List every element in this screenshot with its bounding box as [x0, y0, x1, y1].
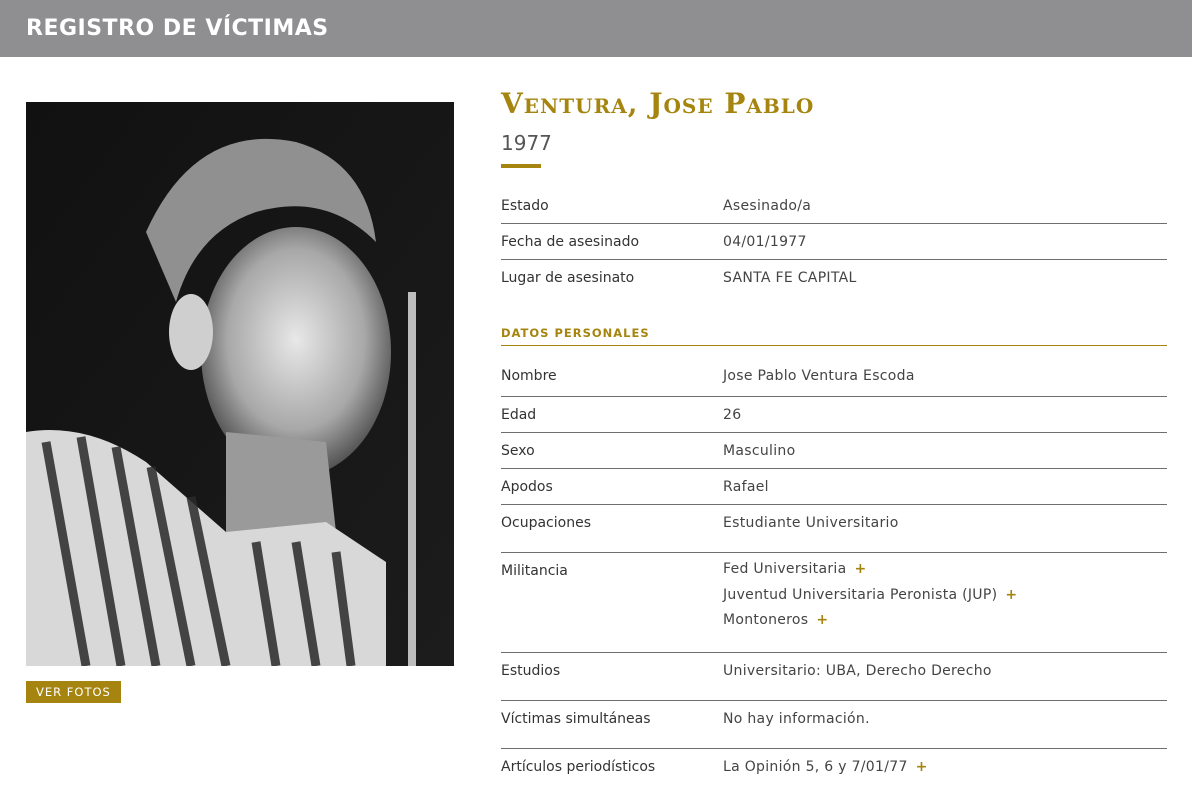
row-label: Lugar de asesinato: [501, 270, 635, 286]
row-value: Asesinado/a: [723, 198, 812, 214]
victim-photo[interactable]: [26, 102, 454, 666]
row-value: Estudiante Universitario: [723, 515, 899, 531]
row-value: 26: [723, 407, 742, 423]
row-label: Artículos periodísticos: [501, 759, 656, 775]
articulos-text: La Opinión 5, 6 y 7/01/77: [723, 759, 908, 775]
militancia-text: Fed Universitaria: [723, 561, 847, 577]
ver-fotos-button[interactable]: VER FOTOS: [26, 681, 121, 703]
row-label: Fecha de asesinado: [501, 234, 640, 250]
militancia-text: Montoneros: [723, 612, 809, 628]
site-title[interactable]: REGISTRO DE VÍCTIMAS: [26, 16, 329, 41]
row-lugar: Lugar de asesinato SANTA FE CAPITAL: [501, 260, 1167, 296]
personal-table: Nombre Jose Pablo Ventura Escoda Edad 26…: [501, 358, 1167, 789]
section-datos-personales: DATOS PERSONALES: [501, 326, 1167, 346]
row-label: Estudios: [501, 663, 561, 679]
row-value: Jose Pablo Ventura Escoda: [723, 368, 915, 384]
row-label: Víctimas simultáneas: [501, 711, 651, 727]
row-label: Ocupaciones: [501, 515, 591, 531]
row-articulos: Artículos periodísticos La Opinión 5, 6 …: [501, 749, 1167, 789]
plus-icon[interactable]: +: [854, 561, 866, 577]
row-sexo: Sexo Masculino: [501, 433, 1167, 469]
row-value: Masculino: [723, 443, 796, 459]
summary-table: Estado Asesinado/a Fecha de asesinado 04…: [501, 188, 1167, 296]
row-value: SANTA FE CAPITAL: [723, 270, 857, 286]
row-label: Militancia: [501, 563, 568, 579]
row-fecha: Fecha de asesinado 04/01/1977: [501, 224, 1167, 260]
row-estudios: Estudios Universitario: UBA, Derecho Der…: [501, 653, 1167, 701]
row-apodos: Apodos Rafael: [501, 469, 1167, 505]
row-value: No hay información.: [723, 711, 870, 727]
row-value: Rafael: [723, 479, 769, 495]
row-ocupaciones: Ocupaciones Estudiante Universitario: [501, 505, 1167, 553]
militancia-item: Montoneros +: [723, 608, 1167, 634]
row-value: Universitario: UBA, Derecho Derecho: [723, 663, 992, 679]
victim-info: Ventura, Jose Pablo 1977 Estado Asesinad…: [501, 84, 1167, 789]
militancia-text: Juventud Universitaria Peronista (JUP): [723, 586, 998, 603]
row-value: La Opinión 5, 6 y 7/01/77 +: [723, 749, 1167, 789]
row-label: Edad: [501, 407, 537, 423]
victim-name: Ventura, Jose Pablo: [501, 87, 815, 120]
row-nombre: Nombre Jose Pablo Ventura Escoda: [501, 358, 1167, 397]
year-underline: [501, 164, 541, 168]
militancia-list: Fed Universitaria + Juventud Universitari…: [723, 553, 1167, 652]
militancia-item: Juventud Universitaria Peronista (JUP) +: [723, 583, 1167, 609]
row-value: 04/01/1977: [723, 234, 807, 250]
row-label: Nombre: [501, 368, 557, 384]
row-estado: Estado Asesinado/a: [501, 188, 1167, 224]
militancia-item: Fed Universitaria +: [723, 557, 1167, 583]
plus-icon[interactable]: +: [1005, 587, 1017, 603]
photo-column: [26, 102, 454, 666]
row-label: Estado: [501, 198, 549, 214]
row-edad: Edad 26: [501, 397, 1167, 433]
top-bar: REGISTRO DE VÍCTIMAS: [0, 0, 1192, 57]
plus-icon[interactable]: +: [916, 759, 928, 775]
row-label: Sexo: [501, 443, 535, 459]
row-victimas: Víctimas simultáneas No hay información.: [501, 701, 1167, 749]
row-militancia: Militancia Fed Universitaria + Juventud U…: [501, 553, 1167, 653]
row-label: Apodos: [501, 479, 553, 495]
victim-year: 1977: [501, 131, 552, 155]
plus-icon[interactable]: +: [816, 612, 828, 628]
